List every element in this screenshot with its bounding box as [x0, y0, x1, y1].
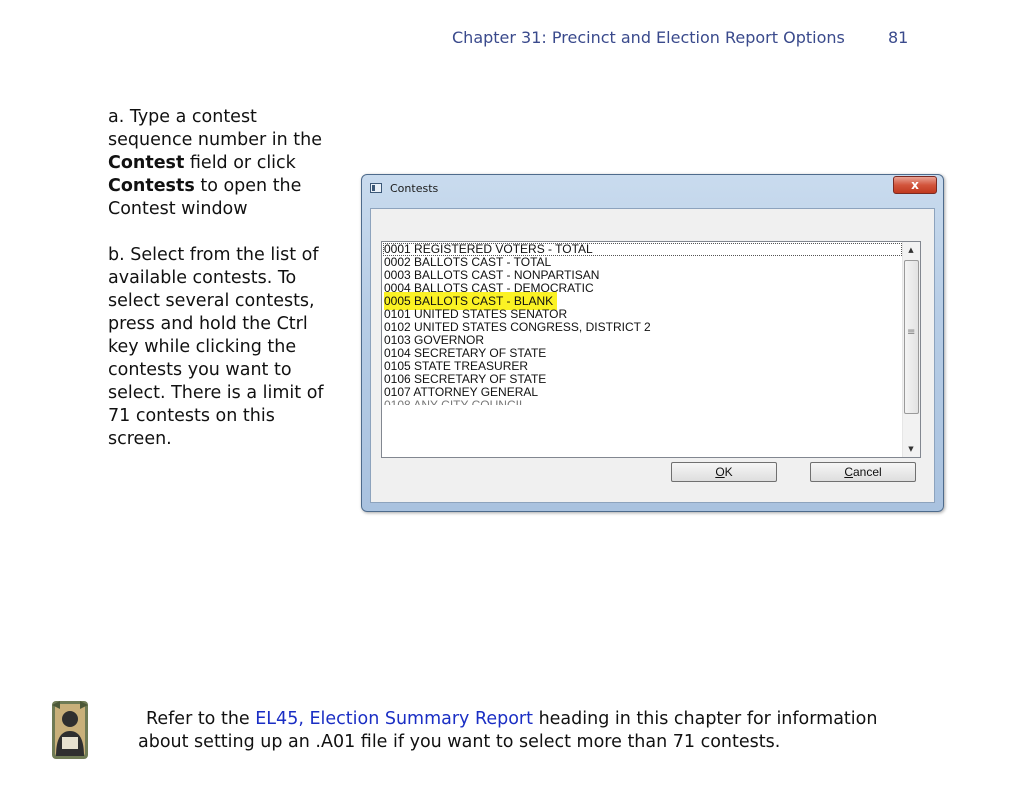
- note-person-icon: [52, 701, 88, 759]
- contest-label: 0106 SECRETARY OF STATE: [384, 372, 547, 386]
- contest-label: 0102 UNITED STATES CONGRESS, DISTRICT 2: [384, 320, 651, 334]
- step-a-text-2: field or click: [184, 153, 296, 173]
- contest-list-item[interactable]: 0108 ANY CITY COUNCIL: [383, 399, 902, 405]
- ok-button[interactable]: OK: [671, 462, 777, 482]
- note-line-2: about setting up an .A01 file if you wan…: [138, 732, 781, 752]
- el45-report-link[interactable]: EL45, Election Summary Report: [255, 709, 533, 729]
- contest-label: 0105 STATE TREASURER: [384, 359, 529, 373]
- dialog-client-area: 0001 REGISTERED VOTERS - TOTAL 0002 BALLO…: [370, 208, 935, 503]
- dialog-titlebar[interactable]: Contests x: [362, 175, 943, 201]
- document-page: Chapter 31: Precinct and Election Report…: [0, 0, 1014, 790]
- contest-list-item[interactable]: 0107 ATTORNEY GENERAL: [383, 386, 902, 399]
- cancel-button[interactable]: Cancel: [810, 462, 916, 482]
- step-a-bold-contest: Contest: [108, 153, 185, 173]
- dialog-title: Contests: [390, 182, 439, 195]
- contest-label: 0107 ATTORNEY GENERAL: [384, 385, 539, 399]
- step-a-bold-contests: Contests: [108, 176, 195, 196]
- contest-label: 0108 ANY CITY COUNCIL: [384, 399, 526, 405]
- contest-label: 0103 GOVERNOR: [384, 333, 485, 347]
- scroll-down-arrow-icon[interactable]: ▼: [903, 441, 919, 457]
- step-a-text-1: a. Type a contest sequence number in the: [108, 107, 322, 150]
- contests-listbox[interactable]: 0001 REGISTERED VOTERS - TOTAL 0002 BALLO…: [381, 241, 921, 458]
- contest-label: 0001 REGISTERED VOTERS - TOTAL: [384, 242, 593, 256]
- note-prefix: Refer to the: [146, 709, 256, 729]
- contest-label: 0104 SECRETARY OF STATE: [384, 346, 547, 360]
- contest-label: 0101 UNITED STATES SENATOR: [384, 307, 568, 321]
- contests-dialog: Contests x 0001 REGISTERED VOTERS - TOTA…: [361, 174, 944, 512]
- note-text: Refer to the EL45, Election Summary Repo…: [138, 708, 958, 754]
- note-middle: heading in this chapter for information: [533, 709, 878, 729]
- contests-list: 0001 REGISTERED VOTERS - TOTAL 0002 BALLO…: [383, 243, 902, 405]
- scroll-up-arrow-icon[interactable]: ▲: [903, 242, 919, 258]
- window-icon: [370, 183, 382, 193]
- page-number: 81: [887, 28, 909, 47]
- step-a: a. Type a contest sequence number in the…: [108, 106, 330, 221]
- chapter-title: Chapter 31: Precinct and Election Report…: [452, 28, 845, 47]
- contest-label: 0002 BALLOTS CAST - TOTAL: [384, 255, 552, 269]
- instructions: a. Type a contest sequence number in the…: [108, 106, 330, 451]
- scroll-thumb[interactable]: [904, 260, 919, 414]
- vertical-scrollbar[interactable]: ▲ ▼: [902, 242, 920, 457]
- page-header: Chapter 31: Precinct and Election Report…: [452, 28, 908, 47]
- contest-label: 0003 BALLOTS CAST - NONPARTISAN: [384, 268, 600, 282]
- note-line-1: Refer to the EL45, Election Summary Repo…: [138, 708, 958, 731]
- step-b: b. Select from the list of available con…: [108, 245, 324, 449]
- close-button[interactable]: x: [893, 176, 937, 194]
